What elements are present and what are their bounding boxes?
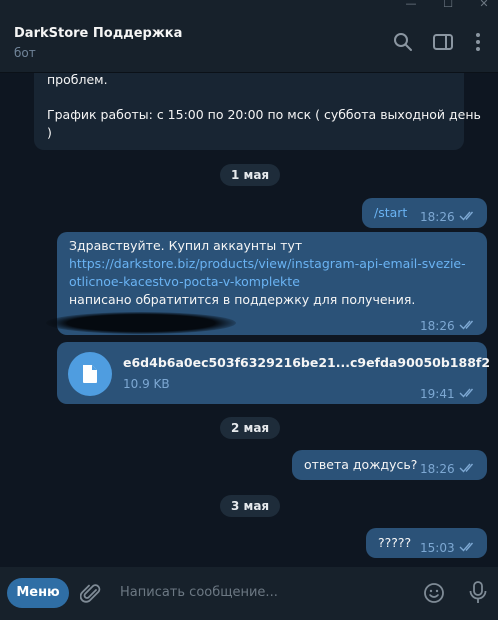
message-text: ) (47, 125, 52, 140)
message-text: проблем. (47, 73, 108, 87)
message-link[interactable]: https://darkstore.biz/products/view/inst… (69, 255, 466, 273)
bot-menu-button[interactable]: Меню (7, 578, 69, 608)
incoming-message[interactable]: проблем. График работы: с 15:00 по 20:00… (34, 73, 481, 150)
microphone-icon[interactable] (467, 580, 489, 606)
minimize-icon[interactable]: — (403, 0, 419, 11)
window-titlebar: — ☐ ✕ (0, 0, 498, 12)
message-time: 19:41 (420, 387, 455, 401)
chat-title[interactable]: DarkStore Поддержка (14, 26, 182, 41)
search-icon[interactable] (391, 30, 415, 54)
file-size: 10.9 KB (123, 377, 170, 391)
date-separator: 3 мая (220, 495, 281, 517)
message-text: ????? (378, 535, 412, 550)
read-ticks-icon (459, 542, 474, 552)
message-input[interactable]: Написать сообщение... (120, 585, 278, 600)
message-text: написано обратитится в поддержку для пол… (69, 292, 416, 307)
message-link[interactable]: otlicnoe-kacestvo-pocta-v-komplekte (69, 273, 300, 291)
date-separator: 1 мая (220, 164, 281, 186)
composer: Меню Написать сообщение... (0, 567, 498, 620)
read-ticks-icon (459, 211, 474, 221)
message-time: 18:26 (420, 319, 455, 333)
scrollbar[interactable] (490, 73, 498, 567)
outgoing-message[interactable]: /start 18:26 (362, 198, 487, 228)
message-time: 18:26 (420, 210, 455, 224)
redaction-mark (46, 312, 236, 334)
close-icon[interactable]: ✕ (476, 0, 492, 11)
message-time: 15:03 (420, 541, 455, 555)
file-name[interactable]: e6d4b6a0ec503f6329216be21...c9efda90050b… (123, 354, 490, 372)
more-vertical-icon[interactable] (466, 30, 490, 54)
read-ticks-icon (459, 388, 474, 398)
date-separator: 2 мая (220, 417, 281, 439)
maximize-icon[interactable]: ☐ (440, 0, 456, 11)
sidebar-toggle-icon[interactable] (431, 30, 455, 54)
chat-status: бот (14, 46, 36, 60)
attach-icon[interactable] (80, 582, 102, 606)
outgoing-message[interactable]: ответа дождусь? 18:26 (292, 450, 487, 480)
message-time: 18:26 (420, 462, 455, 476)
bot-command-link[interactable]: /start (374, 204, 407, 222)
file-download-button[interactable] (68, 352, 112, 396)
read-ticks-icon (459, 320, 474, 330)
chat-header: DarkStore Поддержка бот (0, 12, 498, 73)
file-message[interactable]: e6d4b6a0ec503f6329216be21...c9efda90050b… (57, 342, 490, 404)
message-text: График работы: с 15:00 по 20:00 по мск (… (47, 107, 481, 122)
message-text: ответа дождусь? (304, 457, 418, 472)
emoji-icon[interactable] (422, 581, 446, 605)
message-text: Здравствуйте. Купил аккаунты тут (69, 238, 303, 253)
read-ticks-icon (459, 463, 474, 473)
outgoing-message[interactable]: ????? 15:03 (366, 528, 487, 558)
file-icon (83, 365, 97, 383)
